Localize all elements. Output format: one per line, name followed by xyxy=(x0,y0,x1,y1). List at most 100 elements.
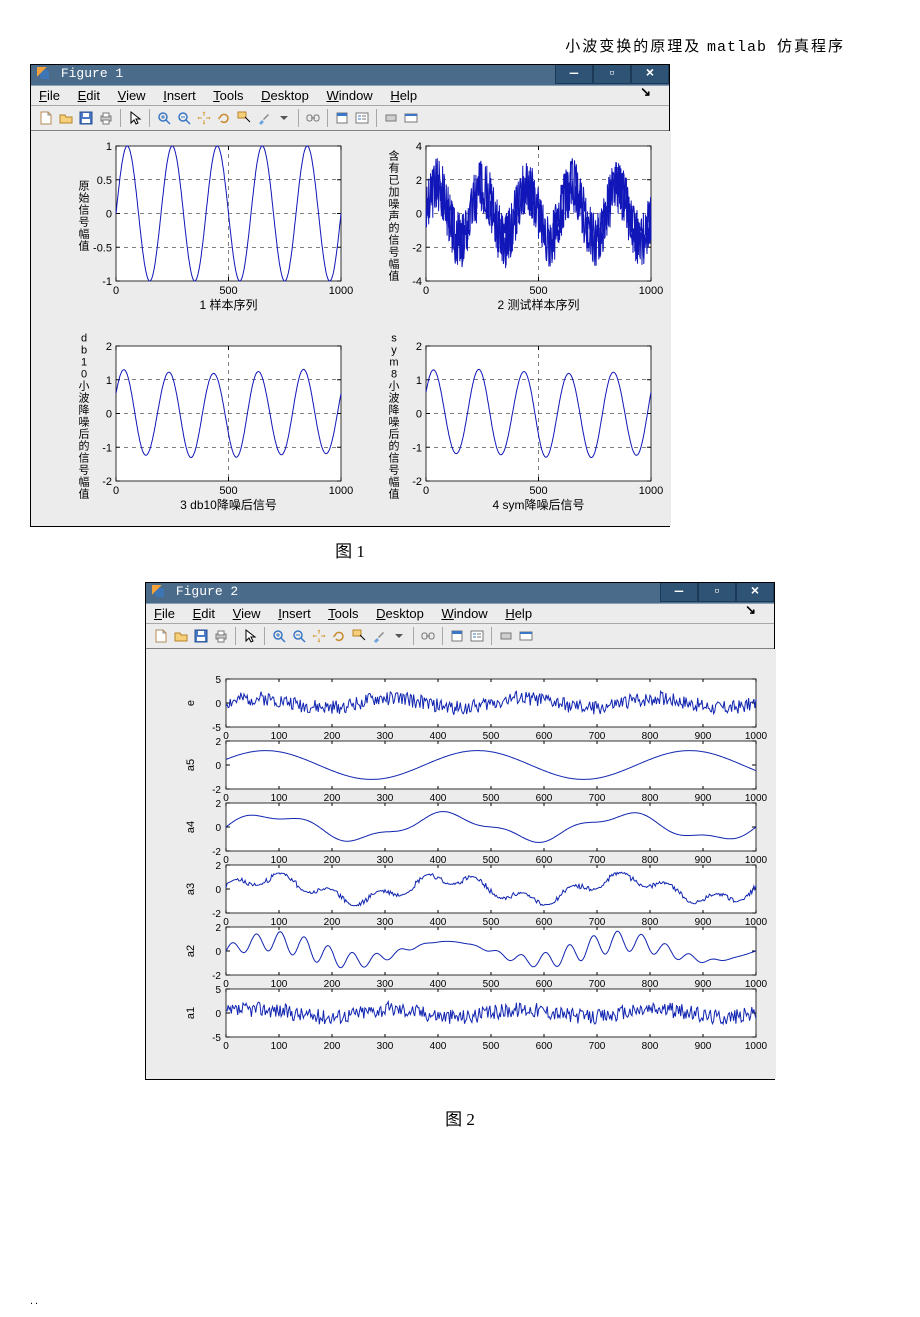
save-icon[interactable] xyxy=(192,627,210,645)
maximize-button[interactable]: ▫ xyxy=(698,583,736,602)
link-icon[interactable] xyxy=(304,109,322,127)
pan-icon[interactable] xyxy=(195,109,213,127)
svg-text:400: 400 xyxy=(430,731,447,742)
menu-tools[interactable]: Tools xyxy=(328,606,358,621)
svg-text:300: 300 xyxy=(377,1041,394,1052)
menu-edit[interactable]: Edit xyxy=(193,606,215,621)
brush-icon[interactable] xyxy=(255,109,273,127)
colorbar-icon[interactable] xyxy=(333,109,351,127)
svg-text:的: 的 xyxy=(79,439,90,453)
menu-view[interactable]: View xyxy=(233,606,261,621)
svg-text:800: 800 xyxy=(642,979,659,990)
show-icon[interactable] xyxy=(517,627,535,645)
close-button[interactable]: × xyxy=(631,65,669,84)
svg-text:1: 1 xyxy=(106,141,112,153)
legend-icon[interactable] xyxy=(468,627,486,645)
hide-icon[interactable] xyxy=(382,109,400,127)
menu-edit[interactable]: Edit xyxy=(78,88,100,103)
figure1-titlebar[interactable]: Figure 1 — ▫ × xyxy=(31,65,669,86)
menu-window[interactable]: Window xyxy=(326,88,372,103)
svg-text:900: 900 xyxy=(695,855,712,866)
print-icon[interactable] xyxy=(212,627,230,645)
svg-text:值: 值 xyxy=(389,488,400,501)
figure2-caption: 图 2 xyxy=(30,1105,890,1130)
menu-file[interactable]: File xyxy=(39,88,60,103)
app-icon xyxy=(37,67,49,79)
dock-icon[interactable]: ↘ xyxy=(640,84,651,100)
svg-text:s: s xyxy=(391,333,397,345)
new-file-icon[interactable] xyxy=(37,109,55,127)
svg-text:后: 后 xyxy=(79,428,90,441)
svg-text:号: 号 xyxy=(389,246,400,259)
svg-text:100: 100 xyxy=(271,1041,288,1052)
maximize-button[interactable]: ▫ xyxy=(593,65,631,84)
open-file-icon[interactable] xyxy=(172,627,190,645)
svg-text:0: 0 xyxy=(106,209,112,221)
close-button[interactable]: × xyxy=(736,583,774,602)
pointer-icon[interactable] xyxy=(126,109,144,127)
menu-desktop[interactable]: Desktop xyxy=(261,88,309,103)
open-file-icon[interactable] xyxy=(57,109,75,127)
figure1-plots: -1-0.500.51050010001 样本序列值幅号信始原-4-202405… xyxy=(31,131,671,526)
menu-tools[interactable]: Tools xyxy=(213,88,243,103)
svg-text:幅: 幅 xyxy=(79,476,90,489)
zoom-out-icon[interactable] xyxy=(290,627,308,645)
link-icon[interactable] xyxy=(419,627,437,645)
svg-text:300: 300 xyxy=(377,979,394,990)
figure1-toolbar xyxy=(31,106,669,131)
new-file-icon[interactable] xyxy=(152,627,170,645)
zoom-out-icon[interactable] xyxy=(175,109,193,127)
dropdown-icon[interactable] xyxy=(390,627,408,645)
svg-text:0: 0 xyxy=(416,209,422,221)
svg-text:1000: 1000 xyxy=(745,855,768,866)
svg-text:400: 400 xyxy=(430,917,447,928)
hide-icon[interactable] xyxy=(497,627,515,645)
minimize-button[interactable]: — xyxy=(660,583,698,602)
svg-text:-2: -2 xyxy=(412,242,422,254)
pan-icon[interactable] xyxy=(310,627,328,645)
menu-desktop[interactable]: Desktop xyxy=(376,606,424,621)
svg-text:500: 500 xyxy=(219,285,237,297)
print-icon[interactable] xyxy=(97,109,115,127)
rotate-icon[interactable] xyxy=(215,109,233,127)
app-icon xyxy=(152,585,164,597)
zoom-in-icon[interactable] xyxy=(155,109,173,127)
svg-text:0: 0 xyxy=(223,731,229,742)
svg-text:信: 信 xyxy=(389,452,400,465)
figure2-titlebar[interactable]: Figure 2 — ▫ × xyxy=(146,583,774,604)
brush-icon[interactable] xyxy=(370,627,388,645)
legend-icon[interactable] xyxy=(353,109,371,127)
svg-text:300: 300 xyxy=(377,731,394,742)
svg-text:500: 500 xyxy=(219,485,237,497)
minimize-button[interactable]: — xyxy=(555,65,593,84)
svg-text:幅: 幅 xyxy=(79,228,90,241)
dropdown-icon[interactable] xyxy=(275,109,293,127)
menu-help[interactable]: Help xyxy=(505,606,532,621)
show-icon[interactable] xyxy=(402,109,420,127)
datacursor-icon[interactable] xyxy=(235,109,253,127)
svg-text:800: 800 xyxy=(642,793,659,804)
pointer-icon[interactable] xyxy=(241,627,259,645)
svg-text:800: 800 xyxy=(642,917,659,928)
rotate-icon[interactable] xyxy=(330,627,348,645)
dock-icon[interactable]: ↘ xyxy=(745,602,756,618)
menu-window[interactable]: Window xyxy=(441,606,487,621)
svg-text:500: 500 xyxy=(483,1041,500,1052)
svg-text:-2: -2 xyxy=(412,476,422,488)
svg-text:900: 900 xyxy=(695,731,712,742)
menu-file[interactable]: File xyxy=(154,606,175,621)
svg-text:号: 号 xyxy=(79,216,90,229)
datacursor-icon[interactable] xyxy=(350,627,368,645)
svg-text:d: d xyxy=(81,333,87,345)
colorbar-icon[interactable] xyxy=(448,627,466,645)
svg-text:0: 0 xyxy=(215,947,221,958)
menu-insert[interactable]: Insert xyxy=(163,88,196,103)
svg-text:号: 号 xyxy=(79,464,90,477)
zoom-in-icon[interactable] xyxy=(270,627,288,645)
menu-insert[interactable]: Insert xyxy=(278,606,311,621)
menu-help[interactable]: Help xyxy=(390,88,417,103)
save-icon[interactable] xyxy=(77,109,95,127)
menu-view[interactable]: View xyxy=(118,88,146,103)
svg-text:400: 400 xyxy=(430,979,447,990)
svg-text:幅: 幅 xyxy=(389,258,400,271)
